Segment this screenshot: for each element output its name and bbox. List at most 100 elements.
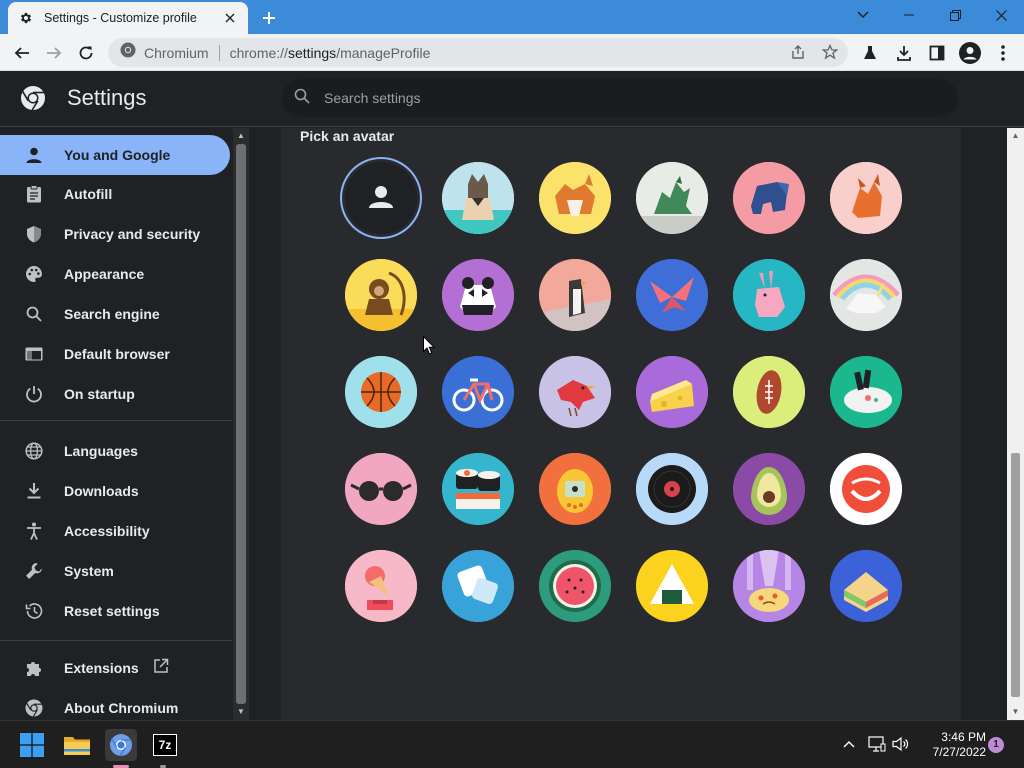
avatar-option-penguin[interactable]	[539, 259, 611, 331]
7zip-icon[interactable]: 7z	[149, 729, 181, 761]
taskbar-clock[interactable]: 3:46 PM 7/27/2022	[920, 730, 986, 760]
avatar-option-butterfly[interactable]	[636, 259, 708, 331]
avatar-option-unicorn[interactable]	[830, 259, 902, 331]
profile-avatar-icon[interactable]	[956, 39, 984, 67]
sidebar-scrollbar[interactable]: ▲ ▼	[233, 128, 249, 720]
sidebar-item-label: System	[64, 563, 114, 579]
avatar-option-origami[interactable]	[442, 550, 514, 622]
panda-icon	[442, 259, 514, 331]
avatar-option-dragon[interactable]	[636, 162, 708, 234]
mouse-cursor-icon	[423, 335, 436, 355]
avatar-option-generic-person[interactable]	[345, 162, 417, 234]
sidebar-item-autofill[interactable]: Autofill	[0, 174, 232, 214]
chromium-icon[interactable]	[105, 729, 137, 761]
sushi-plate-icon	[830, 356, 902, 428]
site-name: Chromium	[144, 44, 209, 61]
browser-tab[interactable]: Settings - Customize profile	[8, 2, 248, 34]
new-tab-button[interactable]	[257, 6, 281, 30]
sidebar-item-system[interactable]: System	[0, 551, 232, 591]
sidebar-item-label: On startup	[64, 386, 135, 402]
reload-icon	[79, 46, 93, 60]
windows-start-icon[interactable]	[16, 729, 48, 761]
settings-header: Settings	[0, 71, 1024, 127]
avatar-option-sunglasses[interactable]	[345, 453, 417, 525]
avocado-icon	[733, 453, 805, 525]
sidebar-item-reset-settings[interactable]: Reset settings	[0, 591, 232, 631]
back-button[interactable]	[8, 39, 36, 67]
pizza-icon	[733, 550, 805, 622]
sidebar-item-accessibility[interactable]: Accessibility	[0, 511, 232, 551]
tab-search-chevron-icon[interactable]	[840, 0, 886, 30]
sidebar-item-on-startup[interactable]: On startup	[0, 374, 232, 414]
avatar-option-basketball[interactable]	[345, 356, 417, 428]
avatar-option-fox[interactable]	[830, 162, 902, 234]
more-menu-icon[interactable]	[989, 39, 1017, 67]
search-icon	[294, 88, 310, 109]
avatar-option-panda[interactable]	[442, 259, 514, 331]
download-icon[interactable]	[890, 39, 918, 67]
close-window-icon[interactable]	[978, 0, 1024, 30]
avatar-option-pizza[interactable]	[733, 550, 805, 622]
bookmark-star-icon[interactable]	[818, 40, 842, 64]
page-scrollbar[interactable]: ▲ ▼	[1007, 128, 1024, 720]
avatar-option-elephant[interactable]	[733, 162, 805, 234]
forward-button[interactable]	[40, 39, 68, 67]
notification-badge[interactable]: 1	[988, 737, 1004, 753]
scroll-up-arrow-icon[interactable]: ▲	[236, 131, 246, 141]
scroll-up-arrow-icon[interactable]: ▲	[1011, 131, 1020, 140]
avatar-option-corgi[interactable]	[539, 162, 611, 234]
sidebar-item-privacy-and-security[interactable]: Privacy and security	[0, 214, 232, 254]
address-bar[interactable]: Chromium chrome://settings/manageProfile	[108, 38, 848, 67]
close-tab-icon[interactable]	[222, 10, 238, 26]
restore-icon[interactable]	[932, 0, 978, 30]
butterfly-icon	[636, 259, 708, 331]
sidebar-item-extensions[interactable]: Extensions	[0, 648, 232, 688]
avatar-option-watermelon[interactable]	[539, 550, 611, 622]
sidebar-divider	[0, 640, 232, 641]
scroll-down-arrow-icon[interactable]: ▼	[236, 707, 246, 717]
sidebar-item-label: Downloads	[64, 483, 139, 499]
avatar-option-onigiri[interactable]	[636, 550, 708, 622]
football-icon	[733, 356, 805, 428]
sidebar-item-search-engine[interactable]: Search engine	[0, 294, 232, 334]
labs-flask-icon[interactable]	[856, 39, 884, 67]
rabbit-icon	[733, 259, 805, 331]
volume-icon[interactable]	[890, 733, 912, 755]
sidebar-item-downloads[interactable]: Downloads	[0, 471, 232, 511]
avatar-option-avocado[interactable]	[733, 453, 805, 525]
avatar-option-cheese[interactable]	[636, 356, 708, 428]
search-box[interactable]	[282, 79, 958, 117]
reload-button[interactable]	[72, 39, 100, 67]
file-explorer-icon[interactable]	[61, 729, 93, 761]
show-hidden-icons-chevron-icon[interactable]	[838, 733, 860, 755]
side-panel-icon[interactable]	[923, 39, 951, 67]
avatar-option-cat[interactable]	[442, 162, 514, 234]
avatar-option-sushi[interactable]	[442, 453, 514, 525]
sidebar-item-appearance[interactable]: Appearance	[0, 254, 232, 294]
sunglasses-icon	[345, 453, 417, 525]
sidebar-item-you-and-google[interactable]: You and Google	[0, 135, 230, 175]
avatar-option-sandwich[interactable]	[830, 550, 902, 622]
share-icon[interactable]	[786, 40, 810, 64]
search-input[interactable]	[324, 90, 924, 106]
avatar-option-bird[interactable]	[539, 356, 611, 428]
avatar-option-smiley[interactable]	[830, 453, 902, 525]
sidebar-scrollbar-thumb[interactable]	[236, 144, 246, 704]
avatar-option-sushi-plate[interactable]	[830, 356, 902, 428]
scroll-down-arrow-icon[interactable]: ▼	[1011, 707, 1020, 716]
avatar-option-ice-cream[interactable]	[345, 550, 417, 622]
chromium-site-icon	[120, 42, 136, 63]
page-scrollbar-thumb[interactable]	[1011, 453, 1020, 697]
sidebar-item-default-browser[interactable]: Default browser	[0, 334, 232, 374]
avatar-option-monkey[interactable]	[345, 259, 417, 331]
avatar-option-rabbit[interactable]	[733, 259, 805, 331]
avatar-option-bike[interactable]	[442, 356, 514, 428]
fox-icon	[830, 162, 902, 234]
avatar-option-football[interactable]	[733, 356, 805, 428]
generic-person-icon	[345, 162, 417, 234]
avatar-option-tamagotchi[interactable]	[539, 453, 611, 525]
sidebar-item-languages[interactable]: Languages	[0, 431, 232, 471]
network-icon[interactable]	[866, 733, 888, 755]
avatar-option-vinyl[interactable]	[636, 453, 708, 525]
minimize-icon[interactable]	[886, 0, 932, 30]
